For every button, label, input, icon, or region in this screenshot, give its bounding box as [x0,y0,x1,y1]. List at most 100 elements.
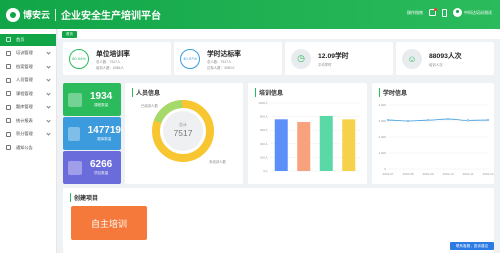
home-icon [6,37,11,42]
tile-projects[interactable]: 6266 项目数量 [63,151,121,184]
tile-label: 项目数量 [93,171,109,175]
stat-card-avg-hours: ◷ 12.09学时 平均学时 [285,42,393,75]
logo-icon [6,7,20,22]
data-point [406,119,410,123]
top-right: 操作指南 中科达培训测试 [401,8,492,17]
sidebar-item-training[interactable]: 培训管理 [0,47,56,59]
stat-title: 12.09学时 [318,53,349,61]
chevron-down-icon [46,117,51,123]
x-tick-label: 2022-08 [402,172,413,176]
tile-label: 题库数量 [97,137,112,141]
progress-ring: 40.57% [180,48,200,69]
x-tick-label: 2022-09 [422,172,433,176]
page-title: 企业安全生产培训平台 [61,11,162,22]
bar [274,119,288,171]
sidebar: 首页 培训管理 档案管理 人员管理 课程管理 题库管理 统计报表 积分管理 通知… [0,29,57,253]
stat-title: 单位培训率 [96,50,130,58]
feedback-button[interactable]: 联系客服，投诉建议 [450,242,494,250]
hours-info-panel: 学时信息 4,000 3,000 2,000 1,000 0 2022-07 2022-08… [372,83,494,184]
archive-icon [6,64,11,69]
sidebar-item-points[interactable]: 积分管理 [0,128,56,140]
bell-icon[interactable] [429,8,437,16]
y-tick-label: 0 [384,167,386,171]
data-point [386,118,390,122]
progress-ring: 80.94% [69,48,89,69]
user-name: 中科达培训测试 [464,9,492,15]
guide-link[interactable]: 操作指南 [407,10,423,16]
brand-name: 博安云 [23,10,51,20]
stat-sub: 平均学时 [318,62,332,67]
y-tick-label: 1000人 [258,101,268,105]
question-bank-icon [68,126,80,141]
chevron-down-icon [46,90,51,96]
stat-title: 学时达标率 [207,50,241,58]
stat-sub: 总人数：7517人 [96,60,121,64]
bar [342,119,356,171]
y-tick-label: 4,000 [378,103,386,107]
y-tick-label: 3,000 [378,119,386,123]
divider [55,8,57,21]
bar [319,115,333,171]
tab-home[interactable]: 首页 [62,30,77,38]
book-icon [6,91,11,96]
sidebar-item-people[interactable]: 人员管理 [0,74,56,86]
sidebar-item-courses[interactable]: 课程管理 [0,88,56,100]
stat-sub: 总人数：7517人 [207,60,232,64]
y-tick-label: 0人 [263,169,268,173]
notification-dot [434,8,437,11]
sidebar-item-reports[interactable]: 统计报表 [0,115,56,127]
data-point [446,117,450,121]
bar-chart: 1000人 800人 600人 400人 200人 0人 [258,101,360,173]
legend-untrained: 未培训人数 [209,159,227,164]
y-tick-label: 200人 [260,155,268,159]
x-tick-label: 2022-07 [382,172,393,176]
chevron-down-icon [46,77,51,82]
stat-card-hours-rate: 40.57% 学时达标率 总人数：7517人 达标人数：3050人 [174,42,282,75]
x-tick-label: 2022-11 [463,172,474,176]
series-line [387,118,489,122]
donut-center-label: 总计 [179,121,187,127]
user-menu[interactable]: 中科达培训测试 [453,8,492,17]
course-icon [68,92,82,107]
donut-chart: 总计 7517 已培训人数 未培训人数 [141,100,227,164]
legend-trained: 已培训人数 [141,103,159,108]
stat-sub: 培训人次 [429,62,443,67]
clock-icon: ◷ [291,48,311,69]
chevron-down-icon [46,104,51,109]
create-project-panel: 创建项目 自主培训 [63,188,494,253]
tile-questions[interactable]: 147719 题库数量 [63,117,121,150]
self-training-button[interactable]: 自主培训 [71,206,147,240]
person-info-panel: 人员信息 总计 7517 已培训人数 未培训人数 [125,83,243,184]
y-tick-label: 600人 [260,128,268,132]
sidebar-item-archive[interactable]: 档案管理 [0,61,56,73]
sidebar-item-home[interactable]: 首页 [0,33,56,46]
y-tick-label: 400人 [260,142,268,146]
stat-card-unit-training: 80.94% 单位培训率 总人数：7517人 培训人数：6084人 [63,42,171,75]
tile-label: 课程数量 [93,103,109,107]
panel-title: 创建项目 [70,193,98,202]
grid-icon [6,50,11,56]
project-icon [68,160,82,175]
chevron-down-icon [46,63,51,69]
logo[interactable]: 博安云 [6,7,51,22]
sidebar-item-questions[interactable]: 题库管理 [0,101,56,113]
phone-icon[interactable] [442,8,447,17]
sidebar-item-notices[interactable]: 通知公告 [0,142,56,154]
tab-strip: 首页 [58,29,500,39]
chevron-down-icon [46,131,51,136]
star-icon [6,131,11,137]
user-icon [6,77,11,83]
y-tick-label: 2,000 [378,135,386,139]
bell-icon [6,145,11,150]
avatar [453,8,462,17]
x-tick-label: 2022-12 [482,172,493,176]
data-point [426,119,430,122]
x-tick-label: 2022-10 [442,172,453,176]
stat-sub: 达标人数：3050人 [207,65,235,70]
training-info-panel: 培训信息 1000人 800人 600人 400人 200人 0人 [248,83,367,184]
tile-courses[interactable]: 1934 课程数量 [63,83,121,116]
chart-icon [6,118,11,123]
line-chart: 4,000 3,000 2,000 1,000 02022-07 2022-08 2022-… [378,103,493,176]
stat-title: 88093人次 [429,53,462,61]
tile-value: 6266 [90,159,113,170]
